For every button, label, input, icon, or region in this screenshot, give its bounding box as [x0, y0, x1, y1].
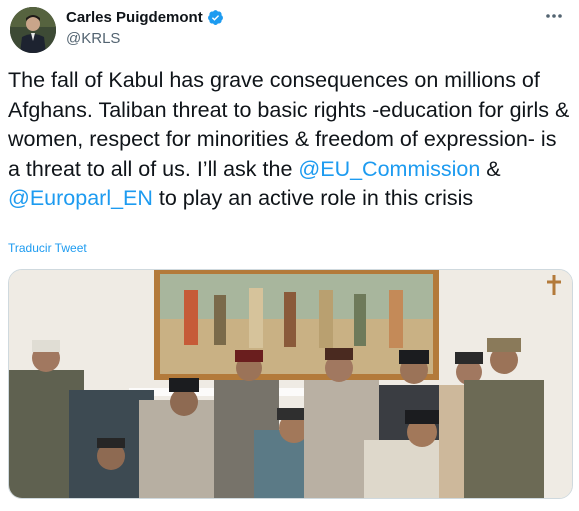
- tweet-text: The fall of Kabul has grave consequences…: [8, 66, 573, 214]
- tweet-text-part2: &: [480, 156, 501, 181]
- author-display-name[interactable]: Carles Puigdemont: [66, 9, 203, 26]
- author-avatar[interactable]: [10, 7, 56, 53]
- author-name-row: Carles Puigdemont: [66, 9, 224, 26]
- avatar-photo: [10, 7, 56, 53]
- verified-badge-icon: [207, 10, 223, 25]
- tweet-text-part3: to play an active role in this crisis: [152, 186, 474, 210]
- mention-eu-commission[interactable]: @EU_Commission: [298, 157, 480, 181]
- translate-tweet-link[interactable]: Traducir Tweet: [8, 241, 87, 255]
- mention-europarl[interactable]: @Europarl_EN: [8, 186, 153, 210]
- photo-illustration: [9, 270, 572, 498]
- more-dots-glyph: [546, 14, 562, 18]
- author-handle[interactable]: @KRLS: [66, 30, 120, 47]
- more-dots-icon[interactable]: [541, 6, 567, 26]
- tweet-photo[interactable]: [8, 269, 573, 499]
